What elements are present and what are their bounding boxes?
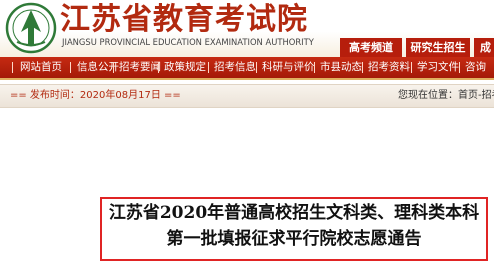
info-bar: == 发布时间：2020年08月17日 == 您现在位置：首页-招考 bbox=[0, 84, 494, 108]
nav-separator bbox=[314, 62, 315, 73]
article-title-line-1: 江苏省2020年普通高校招生文科类、理科类本科 bbox=[108, 203, 480, 223]
main-nav: 网站首页 信息公开 招考要闻 政策规定 招考信息 科研与评价 市县动态 招考资料… bbox=[0, 57, 494, 80]
article-title: 江苏省2020年普通高校招生文科类、理科类本科 第一批填报征求平行院校志愿通告 bbox=[100, 200, 488, 252]
site-title[interactable]: 江苏省教育考试院 bbox=[60, 4, 308, 36]
nav-separator bbox=[362, 62, 363, 73]
nav-separator bbox=[12, 62, 13, 73]
publish-date: == 发布时间：2020年08月17日 == bbox=[10, 90, 181, 101]
nav-item-exam-news[interactable]: 招考要闻 bbox=[119, 57, 161, 78]
adult-education-button[interactable]: 成 bbox=[474, 38, 494, 57]
nav-separator bbox=[113, 62, 114, 73]
nav-separator bbox=[158, 62, 159, 73]
nav-item-consult[interactable]: 咨询 bbox=[465, 57, 486, 78]
nav-separator bbox=[208, 62, 209, 73]
nav-item-exam-info[interactable]: 招考信息 bbox=[214, 57, 256, 78]
breadcrumb[interactable]: 您现在位置：首页-招考 bbox=[398, 85, 494, 107]
article-title-line-2: 第一批填报征求平行院校志愿通告 bbox=[166, 229, 422, 249]
nav-separator bbox=[256, 62, 257, 73]
nav-separator bbox=[70, 62, 71, 73]
graduate-admissions-button[interactable]: 研究生招生 bbox=[406, 38, 470, 57]
jiangsu-education-logo-icon[interactable] bbox=[5, 2, 57, 54]
nav-item-home[interactable]: 网站首页 bbox=[20, 57, 62, 78]
nav-item-study-docs[interactable]: 学习文件 bbox=[417, 57, 459, 78]
nav-separator bbox=[459, 62, 460, 73]
nav-item-research[interactable]: 科研与评价 bbox=[262, 57, 315, 78]
site-subtitle: JIANGSU PROVINCIAL EDUCATION EXAMINATION… bbox=[62, 37, 314, 47]
nav-item-policies[interactable]: 政策规定 bbox=[164, 57, 206, 78]
nav-separator bbox=[411, 62, 412, 73]
nav-item-exam-materials[interactable]: 招考资料 bbox=[368, 57, 410, 78]
site-header: 江苏省教育考试院 JIANGSU PROVINCIAL EDUCATION EX… bbox=[0, 0, 494, 57]
gaokao-channel-button[interactable]: 高考频道 bbox=[340, 38, 402, 57]
nav-item-city-news[interactable]: 市县动态 bbox=[320, 57, 362, 78]
